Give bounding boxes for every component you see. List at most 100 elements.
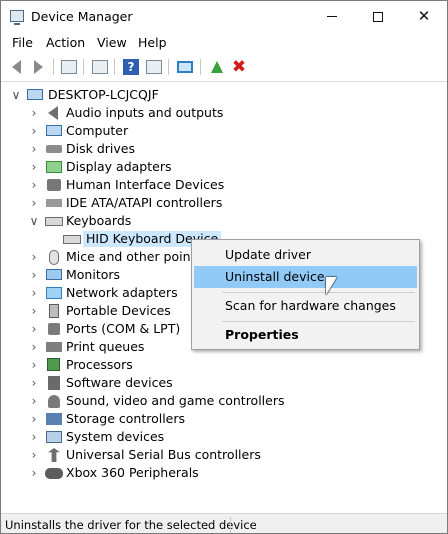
- device-manager-window: Device Manager ✕ File Action View Help ?…: [0, 0, 448, 534]
- help-button[interactable]: ?: [122, 58, 140, 76]
- uninstall-device-button[interactable]: ✖: [230, 58, 248, 76]
- title-bar[interactable]: Device Manager ✕: [1, 1, 447, 32]
- tree-item-ide[interactable]: › IDE ATA/ATAPI controllers: [1, 194, 447, 212]
- tree-item-label: Keyboards: [66, 213, 132, 228]
- tree-item-label: Storage controllers: [66, 411, 186, 426]
- tree-item-usb[interactable]: › Universal Serial Bus controllers: [1, 446, 447, 464]
- context-update-driver[interactable]: Update driver: [194, 244, 417, 266]
- context-scan-hardware[interactable]: Scan for hardware changes: [194, 295, 417, 317]
- menu-view[interactable]: View: [97, 35, 127, 50]
- action-pane-button[interactable]: [145, 58, 163, 76]
- expand-chevron-icon[interactable]: ›: [28, 141, 40, 157]
- expand-chevron-icon[interactable]: ›: [28, 249, 40, 265]
- tree-item-disk-drives[interactable]: › Disk drives: [1, 140, 447, 158]
- computer-icon: [27, 89, 43, 100]
- portable-device-icon: [49, 304, 59, 318]
- expand-chevron-icon[interactable]: ›: [28, 339, 40, 355]
- tree-item-label: Portable Devices: [66, 303, 171, 318]
- gamepad-icon: [45, 468, 63, 479]
- tree-item-label: Computer: [66, 123, 129, 138]
- window-title: Device Manager: [31, 9, 133, 24]
- expand-chevron-icon[interactable]: ›: [28, 195, 40, 211]
- tree-item-sound[interactable]: › Sound, video and game controllers: [1, 392, 447, 410]
- keyboard-icon: [63, 235, 81, 244]
- expand-chevron-icon[interactable]: ›: [28, 465, 40, 481]
- forward-arrow-icon: [33, 60, 43, 74]
- expand-chevron-icon[interactable]: ›: [28, 177, 40, 193]
- tree-item-display-adapters[interactable]: › Display adapters: [1, 158, 447, 176]
- expand-chevron-icon[interactable]: ›: [28, 357, 40, 373]
- tree-item-storage[interactable]: › Storage controllers: [1, 410, 447, 428]
- update-driver-icon: [211, 61, 223, 73]
- tree-item-software[interactable]: › Software devices: [1, 374, 447, 392]
- mouse-icon: [49, 250, 59, 265]
- tree-item-keyboards[interactable]: ∨ Keyboards: [1, 212, 447, 230]
- show-hide-console-tree-button[interactable]: [91, 58, 109, 76]
- context-separator: [222, 292, 415, 293]
- scan-hardware-button[interactable]: [176, 58, 194, 76]
- keyboard-icon: [45, 217, 63, 226]
- expand-chevron-icon[interactable]: ›: [28, 285, 40, 301]
- menu-bar: File Action View Help: [1, 32, 447, 53]
- properties-sheet-icon: [61, 60, 77, 74]
- tree-root-label: DESKTOP-LCJCQJF: [48, 87, 159, 102]
- uninstall-device-icon: ✖: [231, 56, 247, 77]
- expand-chevron-icon[interactable]: ›: [28, 321, 40, 337]
- expand-chevron-icon[interactable]: ›: [28, 159, 40, 175]
- computer-icon: [46, 125, 62, 136]
- maximize-button[interactable]: [355, 1, 401, 32]
- toolbar-separator: [114, 59, 115, 75]
- tree-item-xbox[interactable]: › Xbox 360 Peripherals: [1, 464, 447, 482]
- collapse-chevron-icon[interactable]: ∨: [28, 213, 40, 229]
- software-device-icon: [48, 376, 60, 390]
- tree-item-label: Monitors: [66, 267, 121, 282]
- toolbar: ? ✖: [1, 53, 447, 82]
- printer-icon: [46, 342, 62, 352]
- expand-chevron-icon[interactable]: ›: [28, 429, 40, 445]
- context-properties[interactable]: Properties: [194, 324, 417, 346]
- properties-button[interactable]: [60, 58, 78, 76]
- tree-item-label: Human Interface Devices: [66, 177, 225, 192]
- network-adapter-icon: [46, 287, 62, 299]
- forward-button[interactable]: [29, 58, 47, 76]
- tree-item-system[interactable]: › System devices: [1, 428, 447, 446]
- expand-chevron-icon[interactable]: ›: [28, 267, 40, 283]
- ide-controller-icon: [46, 199, 62, 207]
- disk-drive-icon: [46, 145, 62, 153]
- expand-chevron-icon[interactable]: ›: [28, 447, 40, 463]
- tree-item-computer[interactable]: › Computer: [1, 122, 447, 140]
- hid-icon: [47, 179, 61, 191]
- toolbar-separator: [83, 59, 84, 75]
- menu-action[interactable]: Action: [46, 35, 85, 50]
- port-icon: [48, 323, 60, 335]
- expand-chevron-icon[interactable]: ›: [28, 123, 40, 139]
- tree-item-label: Network adapters: [66, 285, 178, 300]
- expand-chevron-icon[interactable]: ›: [28, 393, 40, 409]
- expand-chevron-icon[interactable]: ›: [28, 105, 40, 121]
- back-button[interactable]: [7, 58, 25, 76]
- menu-file[interactable]: File: [12, 35, 33, 50]
- tree-root[interactable]: ∨ DESKTOP-LCJCQJF: [1, 86, 447, 104]
- expand-chevron-icon[interactable]: ›: [28, 375, 40, 391]
- collapse-chevron-icon[interactable]: ∨: [10, 87, 22, 103]
- context-menu: Update driver Uninstall device Scan for …: [191, 239, 420, 350]
- system-device-icon: [46, 431, 62, 443]
- expand-chevron-icon[interactable]: ›: [28, 411, 40, 427]
- tree-item-audio[interactable]: › Audio inputs and outputs: [1, 104, 447, 122]
- tree-item-hid[interactable]: › Human Interface Devices: [1, 176, 447, 194]
- storage-controller-icon: [46, 413, 62, 425]
- close-button[interactable]: ✕: [401, 1, 447, 32]
- tree-item-processors[interactable]: › Processors: [1, 356, 447, 374]
- context-uninstall-device[interactable]: Uninstall device: [194, 266, 417, 288]
- toolbar-separator: [168, 59, 169, 75]
- sound-icon: [48, 395, 60, 408]
- minimize-button[interactable]: [309, 1, 355, 32]
- expand-chevron-icon[interactable]: ›: [28, 303, 40, 319]
- tree-item-label: IDE ATA/ATAPI controllers: [66, 195, 223, 210]
- status-text: Uninstalls the driver for the selected d…: [5, 518, 257, 532]
- back-arrow-icon: [11, 60, 21, 74]
- menu-help[interactable]: Help: [138, 35, 167, 50]
- processor-icon: [47, 358, 60, 371]
- action-pane-icon: [146, 60, 162, 74]
- update-driver-button[interactable]: [208, 58, 226, 76]
